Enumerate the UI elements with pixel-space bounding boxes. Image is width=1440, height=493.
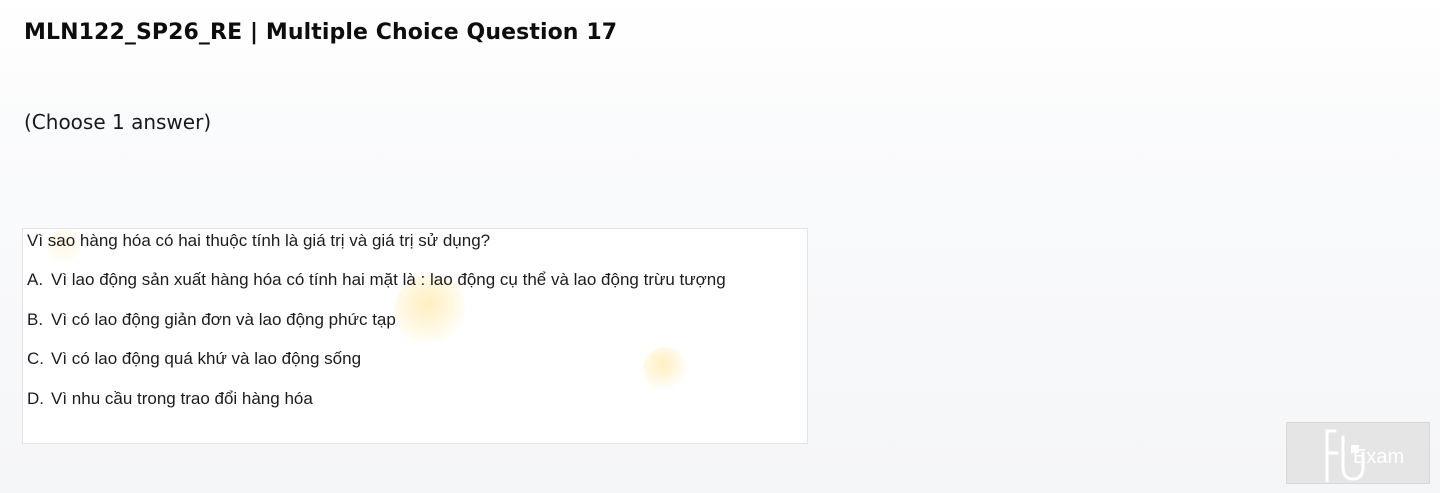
- fu-exam-logo-icon: Exam: [1325, 429, 1404, 483]
- logo-text: Exam: [1353, 446, 1404, 468]
- option-letter: D.: [27, 389, 44, 408]
- option-letter: C.: [27, 349, 44, 368]
- watermark-decoration: [643, 347, 687, 391]
- option-letter: A.: [27, 270, 44, 289]
- option-c[interactable]: C. Vì có lao động quá khứ và lao động sốn…: [27, 349, 361, 369]
- page-title: MLN122_SP26_RE | Multiple Choice Questio…: [24, 20, 618, 45]
- fu-exam-logo: Exam: [1286, 422, 1430, 484]
- answer-instruction: (Choose 1 answer): [24, 110, 212, 134]
- question-text: Vì sao hàng hóa có hai thuộc tính là giá…: [27, 231, 491, 250]
- option-d[interactable]: D. Vì nhu cầu trong trao đổi hàng hóa: [27, 389, 313, 409]
- option-text: Vì lao động sản xuất hàng hóa có tính ha…: [51, 270, 726, 289]
- option-text: Vì có lao động quá khứ và lao động sống: [51, 349, 362, 368]
- option-letter: B.: [27, 310, 44, 329]
- option-a[interactable]: A. Vì lao động sản xuất hàng hóa có tính …: [27, 270, 726, 290]
- question-card: Vì sao hàng hóa có hai thuộc tính là giá…: [22, 228, 808, 444]
- option-b[interactable]: B. Vì có lao động giản đơn và lao động ph…: [27, 310, 396, 330]
- option-text: Vì có lao động giản đơn và lao động phức…: [51, 310, 396, 329]
- option-text: Vì nhu cầu trong trao đổi hàng hóa: [51, 389, 313, 408]
